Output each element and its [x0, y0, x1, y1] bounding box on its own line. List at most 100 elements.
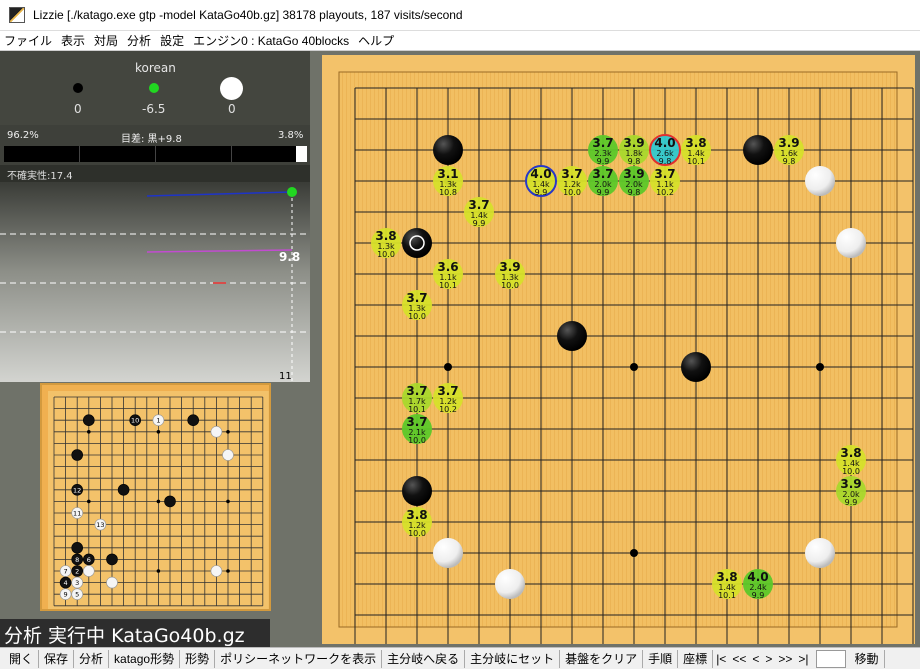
open-button[interactable]: 開く — [4, 649, 40, 668]
menu-settings[interactable]: 設定 — [160, 32, 184, 49]
candidate-winrate: 4.0 — [654, 136, 675, 150]
menu-game[interactable]: 対局 — [94, 32, 118, 49]
mini-black-stone — [164, 495, 176, 508]
mini-star-point — [156, 430, 161, 434]
forward-ten-button[interactable]: >> — [775, 650, 795, 668]
candidate-winrate: 3.9 — [778, 136, 799, 150]
menu-analysis[interactable]: 分析 — [127, 32, 151, 49]
candidate-winrate: 3.9 — [499, 260, 520, 274]
forward-one-button[interactable]: > — [762, 650, 775, 668]
white-stone — [495, 569, 525, 599]
board-canvas: 3.72.3k9.93.91.8k9.84.02.6k9.83.81.4k10.… — [322, 55, 915, 647]
mini-star-point — [87, 430, 91, 434]
mini-move-number: 8 — [75, 556, 79, 564]
mini-move-number: 9 — [64, 591, 68, 599]
mini-black-stone — [71, 449, 84, 461]
candidate-score: 10.8 — [439, 188, 457, 197]
mini-black-stone — [71, 542, 84, 554]
move-number-input[interactable] — [815, 649, 846, 668]
candidate-winrate: 3.6 — [437, 260, 458, 274]
komi-value: -6.5 — [142, 102, 166, 116]
candidate-score: 10.1 — [408, 405, 426, 414]
mini-white-stone — [82, 565, 95, 577]
winrate-bar-white-fill — [295, 146, 307, 162]
mini-white-stone — [222, 449, 234, 461]
mini-black-stone — [187, 414, 199, 427]
first-move-button[interactable]: |< — [713, 650, 729, 668]
clear-board-button[interactable]: 碁盤をクリア — [560, 649, 644, 668]
mini-star-point — [156, 499, 161, 504]
katago-estimate-button[interactable]: katago形勢 — [109, 649, 181, 668]
mini-move-number: 10 — [131, 417, 139, 425]
black-stone — [402, 228, 432, 258]
score-lead: 目差: 黒+9.8 — [121, 134, 182, 145]
black-stone — [743, 135, 773, 165]
white-captures-count: 0 — [228, 102, 236, 116]
game-info-panel: korean 0 -6.5 0 — [0, 51, 310, 125]
graph-move-number: 11 — [279, 371, 292, 382]
estimate-button[interactable]: 形勢 — [180, 649, 216, 668]
mini-move-number: 6 — [87, 556, 91, 564]
variation-board: 10 1 12 11 13 8 6 7 24 39 5 — [48, 391, 269, 612]
menu-bar: ファイル 表示 対局 分析 設定 エンジン0 : KataGo 40blocks… — [0, 31, 920, 51]
window-title: Lizzie [./katago.exe gtp -model KataGo40… — [33, 8, 463, 22]
menu-engine[interactable]: エンジン0 : KataGo 40blocks — [193, 32, 349, 49]
candidate-winrate: 3.7 — [592, 167, 613, 181]
candidate-score: 10.0 — [501, 281, 519, 290]
mini-move-number: 12 — [73, 486, 81, 494]
graph-score-line — [146, 249, 293, 253]
winrate-graph[interactable]: 9.8 11 — [0, 182, 310, 382]
candidate-move: 4.02.6k9.8 — [649, 134, 681, 166]
star-point — [444, 363, 452, 371]
policy-network-button[interactable]: ポリシーネットワークを表示 — [215, 649, 383, 668]
candidate-score: 9.8 — [628, 157, 641, 166]
mini-move-number: 4 — [64, 579, 68, 587]
last-move-button[interactable]: >| — [795, 650, 811, 668]
candidate-score: 10.1 — [718, 591, 736, 600]
menu-view[interactable]: 表示 — [61, 32, 85, 49]
variation-board-panel[interactable]: 10 1 12 11 13 8 6 7 2 4 3 9 5 — [40, 383, 271, 612]
white-stone — [805, 166, 835, 196]
candidate-winrate: 4.0 — [747, 570, 768, 584]
title-bar: Lizzie [./katago.exe gtp -model KataGo40… — [0, 0, 920, 31]
black-stone — [433, 135, 463, 165]
candidate-score: 9.8 — [659, 157, 672, 166]
candidate-score: 9.9 — [597, 188, 610, 197]
engine-status-text: 分析 実行中 KataGo40b.gz — [0, 619, 270, 647]
coordinates-button[interactable]: 座標 — [678, 649, 714, 668]
candidate-score: 10.0 — [408, 529, 426, 538]
mini-white-stone — [106, 576, 118, 589]
candidate-winrate: 3.8 — [375, 229, 396, 243]
ruleset-label: korean — [135, 61, 176, 75]
candidate-winrate: 3.7 — [561, 167, 582, 181]
set-main-button[interactable]: 主分岐にセット — [465, 649, 561, 668]
mini-star-point — [87, 499, 91, 504]
back-one-button[interactable]: < — [749, 650, 762, 668]
main-go-board[interactable]: 3.7 2.3k 9.9 3.9 1.8k 9.8 4.0 2.6k 9.8 3.8 1.4k 10.… — [322, 55, 915, 647]
candidate-score: 9.9 — [845, 498, 858, 507]
black-stone — [557, 321, 587, 351]
mini-black-stone — [117, 484, 130, 496]
black-captures-stone-icon — [73, 83, 83, 93]
white-stone — [433, 538, 463, 568]
back-ten-button[interactable]: << — [729, 650, 749, 668]
mini-move-number: 11 — [73, 510, 81, 518]
candidate-winrate: 3.7 — [406, 415, 427, 429]
save-button[interactable]: 保存 — [39, 649, 75, 668]
candidate-winrate: 3.9 — [623, 136, 644, 150]
candidate-score: 10.0 — [842, 467, 860, 476]
menu-help[interactable]: ヘルプ — [358, 32, 394, 49]
move-order-button[interactable]: 手順 — [643, 649, 679, 668]
mini-white-stone — [210, 425, 223, 438]
winrate-bar-tick — [155, 146, 156, 162]
back-to-main-button[interactable]: 主分岐へ戻る — [382, 649, 466, 668]
goto-button[interactable]: 移動 — [850, 649, 885, 668]
black-stone — [402, 476, 432, 506]
graph-score-label: 9.8 — [279, 250, 300, 264]
candidate-winrate: 3.8 — [716, 570, 737, 584]
mini-move-number: 5 — [75, 591, 79, 599]
menu-file[interactable]: ファイル — [4, 32, 52, 49]
candidate-score: 9.9 — [597, 157, 610, 166]
analyze-button[interactable]: 分析 — [74, 649, 110, 668]
mini-move-number: 3 — [75, 579, 79, 587]
